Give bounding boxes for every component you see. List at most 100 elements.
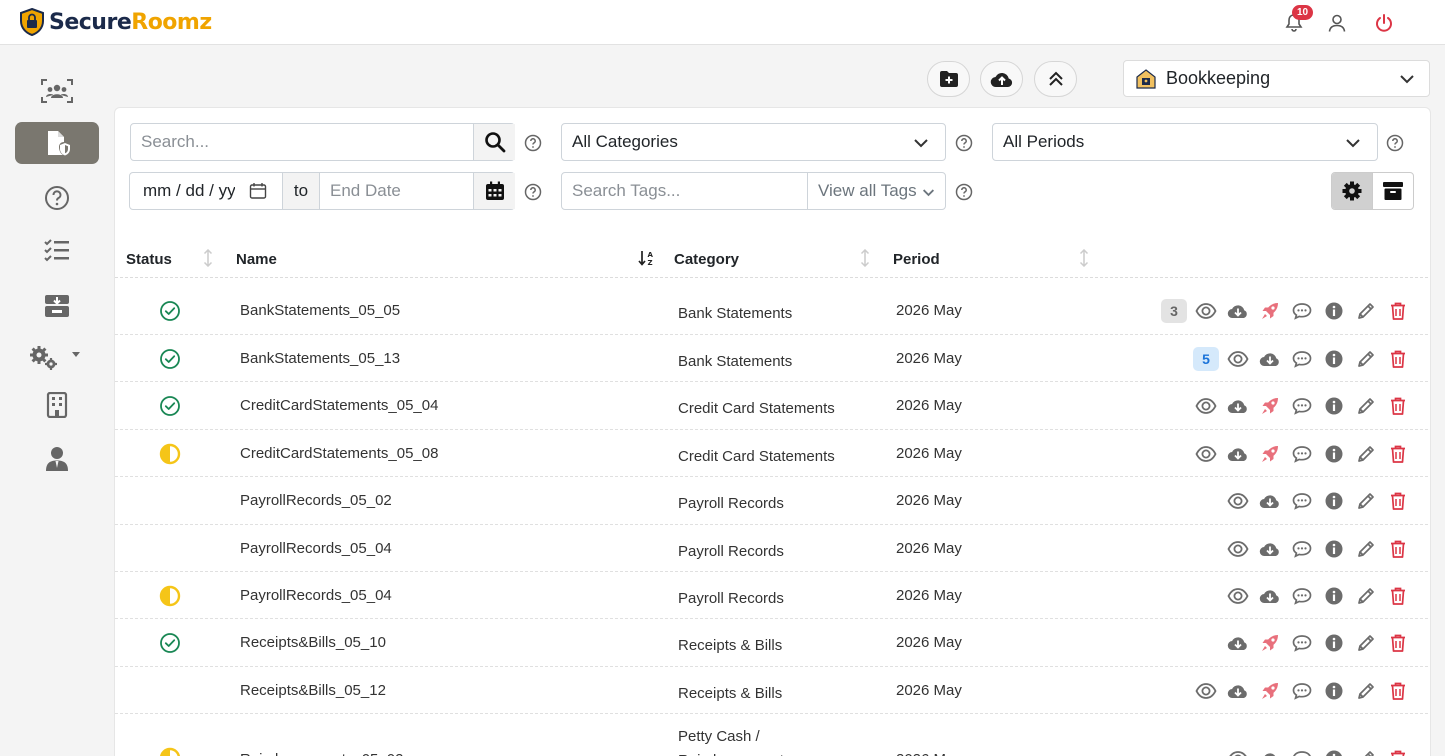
download-button[interactable] bbox=[1222, 679, 1254, 703]
publish-button[interactable] bbox=[1254, 442, 1286, 466]
info-button[interactable] bbox=[1318, 679, 1350, 703]
table-row[interactable]: Reimbursements_05_02 Petty Cash / Reimburs… bbox=[115, 714, 1428, 756]
info-button[interactable] bbox=[1318, 631, 1350, 655]
download-button[interactable] bbox=[1222, 631, 1254, 655]
comment-button[interactable] bbox=[1286, 394, 1318, 418]
period-help-icon[interactable] bbox=[1386, 134, 1404, 152]
sidebar-item-tasks[interactable] bbox=[15, 230, 99, 272]
info-button[interactable] bbox=[1318, 347, 1350, 371]
comment-button[interactable] bbox=[1286, 347, 1318, 371]
info-button[interactable] bbox=[1318, 537, 1350, 561]
download-button[interactable] bbox=[1254, 347, 1286, 371]
edit-button[interactable] bbox=[1350, 584, 1382, 608]
view-button[interactable] bbox=[1190, 679, 1222, 703]
document-name[interactable]: Receipts&Bills_05_12 bbox=[240, 682, 386, 699]
edit-button[interactable] bbox=[1350, 747, 1382, 756]
sidebar-item-team[interactable] bbox=[15, 70, 99, 112]
column-header-name[interactable]: Name bbox=[236, 251, 277, 268]
document-name[interactable]: CreditCardStatements_05_04 bbox=[240, 397, 438, 414]
table-row[interactable]: CreditCardStatements_05_08 Credit Card St… bbox=[115, 430, 1428, 477]
comment-button[interactable] bbox=[1286, 442, 1318, 466]
sort-neutral-icon[interactable] bbox=[860, 249, 870, 267]
comment-button[interactable] bbox=[1286, 537, 1318, 561]
view-button[interactable] bbox=[1222, 584, 1254, 608]
info-button[interactable] bbox=[1318, 299, 1350, 323]
view-button[interactable] bbox=[1190, 299, 1222, 323]
room-select[interactable]: Bookkeeping bbox=[1123, 60, 1430, 97]
search-field[interactable]: Search... bbox=[130, 123, 515, 161]
date-help-icon[interactable] bbox=[524, 183, 542, 201]
edit-button[interactable] bbox=[1350, 537, 1382, 561]
view-button[interactable] bbox=[1222, 747, 1254, 756]
info-button[interactable] bbox=[1318, 747, 1350, 756]
document-name[interactable]: PayrollRecords_05_02 bbox=[240, 492, 392, 509]
period-select[interactable]: All Periods bbox=[992, 123, 1378, 161]
delete-button[interactable] bbox=[1382, 394, 1414, 418]
view-button[interactable] bbox=[1190, 394, 1222, 418]
download-button[interactable] bbox=[1222, 442, 1254, 466]
app-logo[interactable]: SecureRoomz bbox=[18, 8, 212, 36]
category-help-icon[interactable] bbox=[955, 134, 973, 152]
delete-button[interactable] bbox=[1382, 584, 1414, 608]
delete-button[interactable] bbox=[1382, 442, 1414, 466]
calendar-outline-icon[interactable] bbox=[249, 182, 267, 200]
info-button[interactable] bbox=[1318, 442, 1350, 466]
info-button[interactable] bbox=[1318, 584, 1350, 608]
collapse-all-button[interactable] bbox=[1034, 61, 1077, 97]
logout-button[interactable] bbox=[1371, 10, 1397, 36]
category-select[interactable]: All Categories bbox=[561, 123, 946, 161]
sidebar-item-requests[interactable] bbox=[15, 285, 99, 327]
comment-button[interactable] bbox=[1286, 747, 1318, 756]
settings-toggle-button[interactable] bbox=[1332, 173, 1372, 209]
tags-help-icon[interactable] bbox=[955, 183, 973, 201]
download-button[interactable] bbox=[1254, 537, 1286, 561]
view-button[interactable] bbox=[1222, 489, 1254, 513]
end-date-calendar-button[interactable] bbox=[473, 173, 515, 209]
archive-toggle-button[interactable] bbox=[1372, 173, 1413, 209]
view-button[interactable] bbox=[1222, 537, 1254, 561]
comment-button[interactable] bbox=[1286, 299, 1318, 323]
column-header-category[interactable]: Category bbox=[674, 251, 739, 268]
publish-button[interactable] bbox=[1254, 299, 1286, 323]
delete-button[interactable] bbox=[1382, 631, 1414, 655]
table-row[interactable]: CreditCardStatements_05_04 Credit Card St… bbox=[115, 382, 1428, 430]
edit-button[interactable] bbox=[1350, 631, 1382, 655]
edit-button[interactable] bbox=[1350, 394, 1382, 418]
delete-button[interactable] bbox=[1382, 679, 1414, 703]
end-date-input[interactable]: End Date bbox=[319, 172, 515, 210]
tags-search-input[interactable]: Search Tags... bbox=[561, 172, 808, 210]
column-header-status[interactable]: Status bbox=[126, 251, 172, 268]
delete-button[interactable] bbox=[1382, 347, 1414, 371]
version-count-badge[interactable]: 5 bbox=[1193, 347, 1219, 371]
document-name[interactable]: BankStatements_05_13 bbox=[240, 350, 400, 367]
sort-neutral-icon[interactable] bbox=[1079, 249, 1089, 267]
delete-button[interactable] bbox=[1382, 537, 1414, 561]
search-help-icon[interactable] bbox=[524, 134, 542, 152]
view-button[interactable] bbox=[1190, 442, 1222, 466]
edit-button[interactable] bbox=[1350, 679, 1382, 703]
publish-button[interactable] bbox=[1254, 679, 1286, 703]
document-name[interactable]: Receipts&Bills_05_10 bbox=[240, 634, 386, 651]
document-name[interactable]: CreditCardStatements_05_08 bbox=[240, 445, 438, 462]
edit-button[interactable] bbox=[1350, 442, 1382, 466]
sidebar-item-user[interactable] bbox=[15, 438, 99, 480]
comment-button[interactable] bbox=[1286, 584, 1318, 608]
comment-button[interactable] bbox=[1286, 679, 1318, 703]
table-row[interactable]: Receipts&Bills_05_10 Receipts & Bills 2026… bbox=[115, 619, 1428, 667]
view-all-tags-button[interactable]: View all Tags bbox=[807, 172, 946, 210]
version-count-badge[interactable]: 3 bbox=[1161, 299, 1187, 323]
edit-button[interactable] bbox=[1350, 299, 1382, 323]
comment-button[interactable] bbox=[1286, 489, 1318, 513]
sidebar-item-settings[interactable] bbox=[15, 337, 99, 379]
sidebar-item-documents[interactable] bbox=[15, 122, 99, 164]
download-button[interactable] bbox=[1222, 394, 1254, 418]
sidebar-item-company[interactable] bbox=[15, 384, 99, 426]
sidebar-item-help[interactable] bbox=[15, 177, 99, 219]
column-header-period[interactable]: Period bbox=[893, 251, 940, 268]
delete-button[interactable] bbox=[1382, 489, 1414, 513]
table-row[interactable]: BankStatements_05_13 Bank Statements 2026 … bbox=[115, 335, 1428, 382]
add-folder-button[interactable] bbox=[927, 61, 970, 97]
publish-button[interactable] bbox=[1254, 394, 1286, 418]
start-date-input[interactable]: mm / dd / yyyy bbox=[129, 172, 283, 210]
view-button[interactable] bbox=[1222, 347, 1254, 371]
